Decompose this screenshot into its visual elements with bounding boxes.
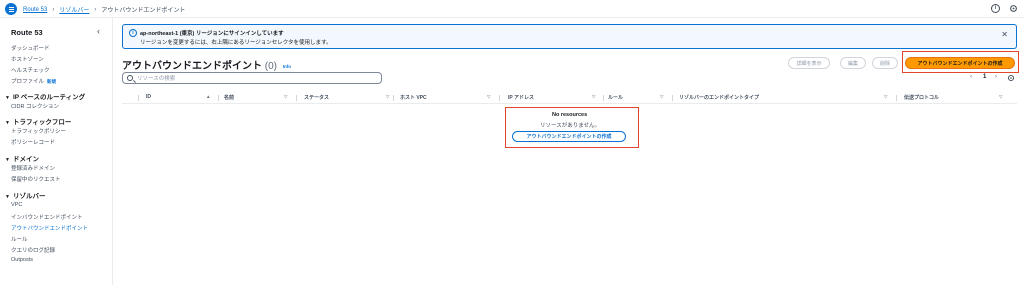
info-link[interactable]: Info — [283, 64, 291, 69]
empty-state-title: No resources — [552, 112, 588, 118]
column-protocol[interactable]: 伝送プロトコル — [904, 94, 939, 101]
section-resolver[interactable]: ▼ リゾルバー — [5, 190, 45, 200]
breadcrumb-route53[interactable]: Route 53 — [23, 7, 47, 13]
caret-down-icon: ▼ — [5, 157, 10, 163]
sidebar-item-outposts[interactable]: Outposts — [11, 257, 33, 263]
column-divider — [672, 95, 673, 101]
sort-icon[interactable]: ▽ — [386, 94, 389, 100]
info-icon[interactable]: i — [991, 4, 1000, 13]
chevron-right-icon: › — [94, 6, 97, 13]
caret-down-icon: ▼ — [5, 120, 10, 126]
column-host-vpc[interactable]: ホスト VPC — [400, 94, 427, 101]
info-icon: i — [129, 29, 137, 37]
page-title-text: アウトバウンドエンドポイント — [122, 61, 262, 72]
section-title: トラフィックフロー — [12, 119, 72, 126]
section-title: ドメイン — [12, 156, 39, 163]
banner-title: ap-northeast-1 (東京) リージョンにサインインしています — [140, 31, 284, 37]
column-ip-address[interactable]: IP アドレス — [508, 94, 534, 101]
highlight-box — [902, 51, 1019, 73]
sidebar-item-inbound-endpoints[interactable]: インバウンドエンドポイント — [11, 213, 83, 221]
breadcrumb: Route 53 › リゾルバー › アウトバウンドエンドポイント — [23, 5, 186, 15]
column-endpoint-type[interactable]: リゾルバーのエンドポイントタイプ — [679, 94, 759, 101]
column-divider — [603, 95, 604, 101]
sort-icon[interactable]: ▽ — [592, 94, 595, 100]
page-title: アウトバウンドエンドポイント (0) Info — [122, 57, 291, 72]
column-divider — [896, 95, 897, 101]
sidebar-item-pending-requests[interactable]: 保留中のリクエスト — [11, 175, 61, 183]
column-divider — [296, 95, 297, 101]
table-header: ID ▲ 名前 ▽ ステータス ▽ ホスト VPC ▽ IP アドレス ▽ ルー… — [122, 92, 1017, 104]
close-icon[interactable]: ✕ — [1001, 30, 1008, 39]
column-status[interactable]: ステータス — [304, 94, 329, 101]
new-badge: 新規 — [47, 79, 57, 84]
breadcrumb-current: アウトバウンドエンドポイント — [101, 8, 186, 14]
caret-down-icon: ▼ — [5, 194, 10, 200]
sidebar-item-cidr[interactable]: CIDR コレクション — [11, 102, 59, 110]
sidebar-item-traffic-policies[interactable]: トラフィックポリシー — [11, 127, 66, 135]
section-title: リゾルバー — [12, 193, 46, 200]
column-divider — [499, 95, 500, 101]
prev-page-button[interactable]: ‹ — [970, 74, 972, 80]
info-banner: i ap-northeast-1 (東京) リージョンにサインインしています リ… — [122, 24, 1017, 49]
sort-icon[interactable]: ▽ — [487, 94, 490, 100]
column-divider — [218, 95, 219, 101]
sidebar-item-dashboard[interactable]: ダッシュボード — [11, 44, 50, 52]
search-placeholder: リソースの検索 — [137, 76, 176, 82]
sidebar-item-health-checks[interactable]: ヘルスチェック — [11, 66, 50, 74]
sidebar-item-registered-domains[interactable]: 登録済みドメイン — [11, 164, 55, 172]
caret-down-icon: ▼ — [5, 95, 10, 101]
sidebar-item-policy-records[interactable]: ポリシーレコード — [11, 138, 55, 146]
sort-icon[interactable]: ▽ — [660, 94, 663, 100]
chevron-right-icon: › — [52, 6, 55, 13]
sidebar-title: Route 53 — [11, 28, 43, 37]
sort-icon[interactable]: ▽ — [999, 94, 1002, 100]
sidebar-item-label: プロファイル — [11, 79, 45, 85]
banner-text: リージョンを変更するには、右上隅にあるリージョンセレクタを使用します。 — [140, 40, 332, 46]
sidebar-item-outbound-endpoints[interactable]: アウトバウンドエンドポイント — [11, 224, 88, 232]
column-divider — [393, 95, 394, 101]
sort-ascending-icon[interactable]: ▲ — [206, 94, 210, 99]
section-domains[interactable]: ▼ ドメイン — [5, 153, 39, 163]
item-count: (0) — [264, 61, 278, 72]
next-page-button[interactable]: › — [995, 74, 997, 80]
sidebar-item-profiles[interactable]: プロファイル 新規 — [11, 77, 56, 85]
sidebar-item-rules[interactable]: ルール — [11, 235, 28, 243]
search-input[interactable]: リソースの検索 — [122, 72, 382, 84]
section-traffic-flow[interactable]: ▼ トラフィックフロー — [5, 116, 71, 126]
sort-icon[interactable]: ▽ — [884, 94, 887, 100]
top-navigation-bar: Route 53 › リゾルバー › アウトバウンドエンドポイント i — [0, 0, 1024, 18]
sidebar-item-vpc[interactable]: VPC — [11, 202, 22, 208]
settings-icon[interactable] — [1009, 4, 1018, 13]
edit-button[interactable]: 編集 — [840, 57, 866, 69]
menu-icon[interactable] — [5, 3, 17, 15]
page-number[interactable]: 1 — [983, 74, 986, 80]
gear-icon[interactable] — [1007, 74, 1016, 83]
section-title: IP ベースのルーティング — [12, 94, 86, 101]
sidebar-item-query-logging[interactable]: クエリのログ記録 — [11, 246, 55, 254]
section-ip-routing[interactable]: ▼ IP ベースのルーティング — [5, 91, 85, 101]
breadcrumb-resolver[interactable]: リゾルバー — [59, 5, 89, 14]
column-divider — [138, 95, 139, 101]
delete-button[interactable]: 削除 — [872, 57, 898, 69]
empty-state-text: リソースがありません。 — [540, 123, 601, 129]
sort-icon[interactable]: ▽ — [284, 94, 287, 100]
search-icon — [127, 75, 133, 81]
sidebar-item-hosted-zones[interactable]: ホストゾーン — [11, 55, 44, 63]
sidebar: Route 53 ‹ ダッシュボード ホストゾーン ヘルスチェック プロファイル… — [0, 18, 113, 285]
chevron-left-icon[interactable]: ‹ — [97, 26, 100, 36]
view-details-button[interactable]: 詳細を表示 — [788, 57, 830, 69]
column-id[interactable]: ID — [146, 94, 151, 100]
empty-create-button[interactable]: アウトバウンドエンドポイントの作成 — [512, 131, 626, 142]
column-rules[interactable]: ルール — [608, 94, 623, 101]
column-name[interactable]: 名前 — [224, 94, 234, 101]
